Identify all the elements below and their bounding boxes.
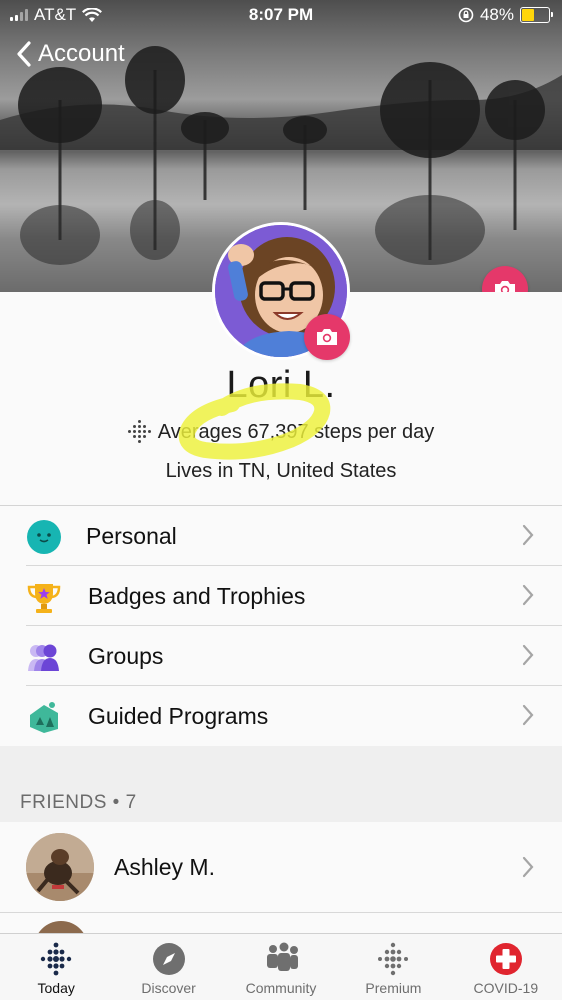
steps-average: Averages 67,397 steps per day	[0, 420, 562, 444]
rotation-lock-icon	[458, 7, 474, 23]
friend-name: Ashley M.	[114, 854, 215, 880]
friends-count-label: FRIENDS • 7	[20, 792, 137, 813]
camera-icon	[317, 329, 337, 345]
menu-label-guided-programs: Guided Programs	[88, 702, 269, 729]
menu-item-groups[interactable]: Groups	[0, 626, 562, 686]
chevron-right-icon	[522, 704, 534, 726]
back-button[interactable]: Account	[16, 40, 125, 68]
chevron-right-icon	[522, 856, 534, 878]
guided-programs-icon	[30, 702, 58, 733]
tab-bar: Today Discover Community Premium COVID-1…	[0, 933, 562, 1000]
tab-label-covid: COVID-19	[473, 980, 539, 996]
menu-label-badges: Badges and Trophies	[88, 582, 306, 609]
menu-item-guided-programs[interactable]: Guided Programs	[0, 686, 562, 746]
medical-cross-icon	[489, 943, 522, 975]
chevron-right-icon	[522, 584, 534, 606]
back-label: Account	[38, 40, 125, 67]
change-avatar-button[interactable]	[304, 314, 350, 360]
status-bar: AT&T 8:07 PM 48%	[0, 0, 562, 30]
battery-percent: 48%	[479, 5, 514, 24]
personal-face-icon	[27, 520, 61, 554]
fitbit-dots-icon	[127, 420, 152, 444]
groups-icon	[28, 644, 59, 671]
friend-avatar	[26, 833, 94, 901]
chevron-left-icon	[17, 41, 31, 67]
location-text: Lives in TN, United States	[165, 460, 397, 482]
tab-label-community: Community	[245, 980, 317, 996]
steps-average-text: Averages 67,397 steps per day	[157, 420, 435, 443]
profile-menu: Personal Badges and Trophies Groups Guid…	[0, 506, 562, 747]
chevron-right-icon	[522, 644, 534, 666]
tab-premium[interactable]: Premium	[337, 934, 449, 1000]
tab-community[interactable]: Community	[225, 934, 337, 1000]
chevron-right-icon	[522, 524, 534, 546]
friends-section-header: FRIENDS • 7	[0, 746, 562, 822]
tab-label-discover: Discover	[141, 980, 196, 996]
menu-item-badges-and-trophies[interactable]: Badges and Trophies	[0, 566, 562, 626]
menu-label-personal: Personal	[86, 522, 177, 549]
menu-item-personal[interactable]: Personal	[0, 506, 562, 566]
trophy-icon	[27, 584, 61, 613]
tab-discover[interactable]: Discover	[112, 934, 224, 1000]
tab-label-today: Today	[37, 980, 75, 996]
menu-label-groups: Groups	[88, 642, 164, 669]
community-icon	[267, 942, 299, 971]
premium-dots-icon	[378, 942, 409, 976]
tab-covid-19[interactable]: COVID-19	[450, 934, 562, 1000]
compass-icon	[152, 943, 185, 975]
dog-photo-image	[26, 833, 94, 901]
battery-icon	[520, 7, 553, 23]
tab-today[interactable]: Today	[0, 934, 112, 1000]
tab-label-premium: Premium	[365, 980, 422, 996]
friend-row[interactable]: Ashley M.	[0, 822, 562, 912]
profile-name: Lori L.	[226, 364, 336, 406]
fitbit-dots-icon	[41, 942, 72, 976]
